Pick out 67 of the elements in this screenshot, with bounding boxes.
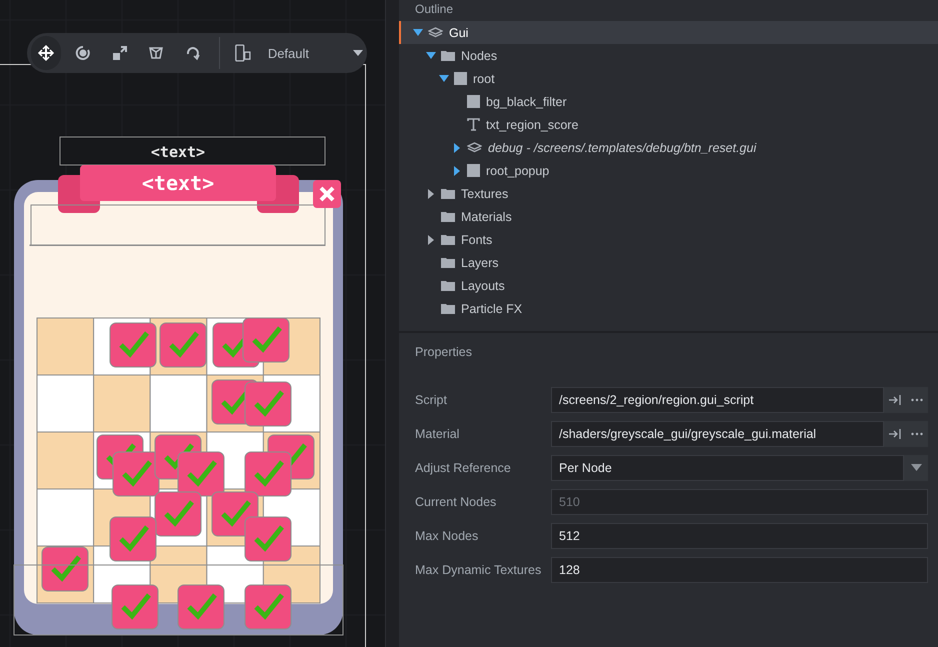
tree-item[interactable]: Nodes xyxy=(399,44,938,67)
folder-icon xyxy=(441,280,455,291)
tree-item[interactable]: root xyxy=(399,67,938,90)
tree-item[interactable]: Materials xyxy=(399,205,938,228)
reset-tool-icon xyxy=(184,44,202,62)
folder-icon xyxy=(441,50,455,61)
dropdown-button[interactable] xyxy=(904,455,928,481)
resource-field[interactable]: /screens/2_region/region.gui_script xyxy=(551,387,884,413)
property-label: Adjust Reference xyxy=(415,461,512,475)
number-field[interactable]: 128 xyxy=(551,557,928,583)
collapse-arrow-icon[interactable] xyxy=(426,52,436,60)
expand-arrow-icon[interactable] xyxy=(426,234,436,244)
tree-item[interactable]: txt_region_score xyxy=(399,113,938,136)
arrow-to-bar-icon xyxy=(889,395,901,405)
rotate-tool-icon xyxy=(74,44,92,62)
browse-button[interactable] xyxy=(906,387,928,413)
tree-item[interactable]: Gui xyxy=(399,21,938,44)
text-node-icon xyxy=(467,118,480,131)
tree-item[interactable]: Textures xyxy=(399,182,938,205)
device-icon xyxy=(235,43,251,63)
arrow-to-bar-icon xyxy=(889,429,901,439)
folder-icon xyxy=(441,257,455,268)
folder-icon xyxy=(441,188,455,199)
tree-item[interactable]: bg_black_filter xyxy=(399,90,938,113)
panel-title: Outline xyxy=(414,1,454,18)
layers-icon xyxy=(467,142,482,153)
collapse-arrow-icon[interactable] xyxy=(439,74,449,82)
panel-title: Properties xyxy=(415,345,473,361)
property-label: Current Nodes xyxy=(415,495,498,509)
expand-arrow-icon[interactable] xyxy=(452,166,462,176)
layout-dropdown[interactable]: Default xyxy=(268,46,364,60)
collapse-arrow-icon[interactable] xyxy=(413,28,423,36)
box-node-icon xyxy=(467,95,480,108)
expand-arrow-icon[interactable] xyxy=(452,142,462,152)
more-icon xyxy=(911,398,923,402)
open-resource-button[interactable] xyxy=(884,421,906,447)
folder-icon xyxy=(441,234,455,245)
property-label: Max Dynamic Textures xyxy=(415,563,542,577)
property-label: Material xyxy=(415,427,460,441)
box-node-icon xyxy=(454,72,467,85)
move-tool-icon xyxy=(36,44,55,62)
caret-icon xyxy=(353,49,364,57)
tree-item[interactable]: Layers xyxy=(399,251,938,274)
banner-placeholder-text: <text> xyxy=(142,171,214,195)
tree-item[interactable]: Fonts xyxy=(399,228,938,251)
select-field[interactable]: Per Node xyxy=(551,455,904,481)
title-placeholder-text: <text> xyxy=(150,143,206,161)
layers-icon xyxy=(428,27,443,38)
folder-icon xyxy=(441,211,455,222)
property-label: Max Nodes xyxy=(415,529,480,543)
tree-item[interactable]: Layouts xyxy=(399,274,938,297)
scale-tool-icon xyxy=(110,44,129,62)
close-icon[interactable] xyxy=(313,180,341,208)
tree-item[interactable]: root_popup xyxy=(399,159,938,182)
browse-button[interactable] xyxy=(906,421,928,447)
expand-arrow-icon[interactable] xyxy=(426,188,436,198)
more-icon xyxy=(911,432,923,436)
tool-button[interactable] xyxy=(31,36,61,70)
open-resource-button[interactable] xyxy=(884,387,906,413)
folder-icon xyxy=(441,303,455,314)
caret-icon xyxy=(910,464,922,472)
number-field[interactable]: 512 xyxy=(551,523,928,549)
property-label: Script xyxy=(415,393,448,407)
resource-field[interactable]: /shaders/greyscale_gui/greyscale_gui.material xyxy=(551,421,884,447)
box-node-icon xyxy=(467,164,480,177)
tree-item[interactable]: Particle FX xyxy=(399,297,938,320)
tree-item[interactable]: debug - /screens/.templates/debug/btn_reset.gui xyxy=(399,136,938,159)
